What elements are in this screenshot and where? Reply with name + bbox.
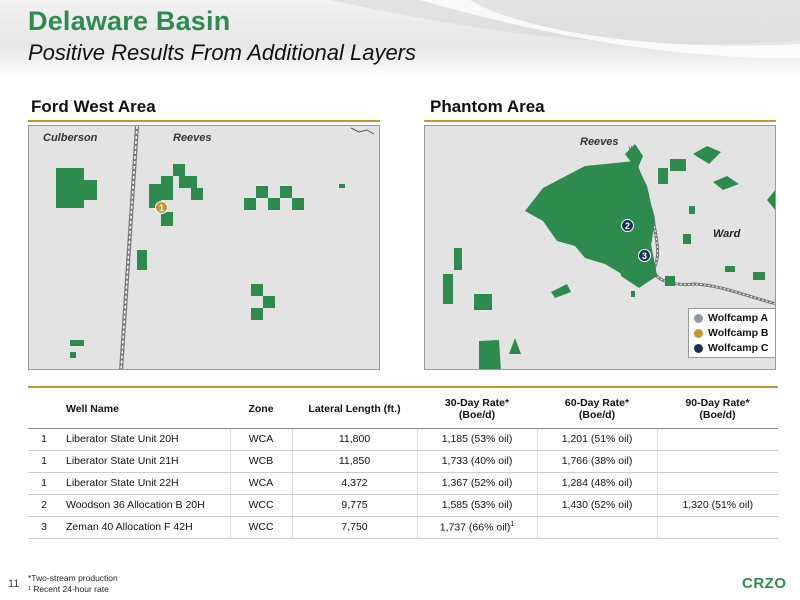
cell-well: Zeman 40 Allocation F 42H xyxy=(60,516,231,539)
cell-well: Liberator State Unit 21H xyxy=(60,450,231,473)
cell-rate30-with-note: 1,737 (66% oil)1 xyxy=(417,516,538,539)
cell-rate30: 1,367 (52% oil) xyxy=(417,472,538,495)
well-marker-2: 2 xyxy=(621,219,634,232)
cell-rate60: 1,201 (51% oil) xyxy=(537,428,658,451)
header-90-day-rate: 90-Day Rate* (Boe/d) xyxy=(657,390,778,429)
header-60-day-line2: (Boe/d) xyxy=(578,408,616,421)
cell-rate90: 1,320 (51% oil) xyxy=(657,494,778,517)
cell-zone: WCC xyxy=(230,516,293,539)
cell-num: 2 xyxy=(28,494,60,517)
table-row: 2 Woodson 36 Allocation B 20H WCC 9,775 … xyxy=(28,494,778,517)
ford-west-map: Culberson Reeves 1 xyxy=(28,125,380,370)
cell-length: 11,850 xyxy=(292,450,418,473)
table-header-row: Well Name Zone Lateral Length (ft.) 30-D… xyxy=(28,390,778,429)
cell-zone: WCB xyxy=(230,450,293,473)
legend-dot-wolfcamp-c xyxy=(694,343,703,353)
footnote-two-stream: *Two-stream production xyxy=(28,573,118,583)
ford-west-acreage xyxy=(56,126,375,369)
legend-item-wolfcamp-a: Wolfcamp A xyxy=(694,312,768,324)
page-subtitle: Positive Results From Additional Layers xyxy=(28,40,417,65)
footnote-ref: 1 xyxy=(510,520,515,528)
county-label-reeves-right: Reeves xyxy=(580,136,619,148)
header-90-day-line1: 90-Day Rate* xyxy=(685,396,750,409)
phantom-rule xyxy=(424,120,776,122)
county-label-reeves-left: Reeves xyxy=(173,132,212,144)
cell-rate30: 1,737 (66% oil) xyxy=(439,521,511,534)
cell-zone: WCA xyxy=(230,472,293,495)
cell-rate90 xyxy=(657,472,778,495)
ford-west-rule xyxy=(28,120,380,122)
cell-rate90 xyxy=(657,450,778,473)
header-30-day-line2: (Boe/d) xyxy=(458,408,496,421)
cell-rate90 xyxy=(657,428,778,451)
well-marker-1: 1 xyxy=(155,201,168,214)
cell-rate90 xyxy=(657,516,778,539)
cell-rate30: 1,185 (53% oil) xyxy=(417,428,538,451)
company-logo: CRZO xyxy=(742,575,787,592)
page-number: 11 xyxy=(8,578,20,590)
cell-well: Woodson 36 Allocation B 20H xyxy=(60,494,231,517)
table-top-rule xyxy=(28,386,778,388)
well-results-table: Well Name Zone Lateral Length (ft.) 30-D… xyxy=(28,390,778,539)
cell-rate60: 1,766 (38% oil) xyxy=(537,450,658,473)
cell-length: 7,750 xyxy=(292,516,418,539)
cell-length: 4,372 xyxy=(292,472,418,495)
cell-rate60: 1,430 (52% oil) xyxy=(537,494,658,517)
legend-label-wolfcamp-b: Wolfcamp B xyxy=(708,327,769,339)
legend-item-wolfcamp-b: Wolfcamp B xyxy=(694,327,768,339)
cell-length: 11,800 xyxy=(292,428,418,451)
legend-dot-wolfcamp-a xyxy=(694,313,703,323)
map-legend: Wolfcamp A Wolfcamp B Wolfcamp C xyxy=(688,308,775,358)
cell-num: 1 xyxy=(28,428,60,451)
cell-rate30: 1,733 (40% oil) xyxy=(417,450,538,473)
table-row: 1 Liberator State Unit 22H WCA 4,372 1,3… xyxy=(28,472,778,495)
header-well-name: Well Name xyxy=(60,390,230,429)
cell-rate30: 1,585 (53% oil) xyxy=(417,494,538,517)
well-marker-3: 3 xyxy=(638,249,651,262)
cell-well: Liberator State Unit 22H xyxy=(60,472,231,495)
header-60-day-line1: 60-Day Rate* xyxy=(564,396,630,409)
footnote-24-hour: ¹ Recent 24-hour rate xyxy=(28,584,109,594)
cell-zone: WCC xyxy=(230,494,293,517)
page-title: Delaware Basin xyxy=(28,6,231,36)
phantom-title: Phantom Area xyxy=(430,97,545,116)
cell-num: 3 xyxy=(28,516,60,539)
header-num xyxy=(28,390,60,429)
header-zone: Zone xyxy=(230,390,292,429)
header-60-day-rate: 60-Day Rate* (Boe/d) xyxy=(537,390,657,429)
county-label-culberson: Culberson xyxy=(43,132,98,144)
header-90-day-line2: (Boe/d) xyxy=(699,408,736,421)
legend-label-wolfcamp-c: Wolfcamp C xyxy=(708,342,769,354)
table-row: 3 Zeman 40 Allocation F 42H WCC 7,750 1,… xyxy=(28,516,778,539)
legend-label-wolfcamp-a: Wolfcamp A xyxy=(708,312,769,324)
legend-dot-wolfcamp-b xyxy=(694,328,703,338)
cell-num: 1 xyxy=(28,472,60,495)
cell-rate60: 1,284 (48% oil) xyxy=(537,472,658,495)
cell-length: 9,775 xyxy=(292,494,418,517)
county-label-ward: Ward xyxy=(713,228,741,240)
header-lateral-length: Lateral Length (ft.) xyxy=(292,390,417,429)
header-30-day-line1: 30-Day Rate* xyxy=(444,396,510,409)
ford-west-title: Ford West Area xyxy=(31,97,156,116)
table-row: 1 Liberator State Unit 21H WCB 11,850 1,… xyxy=(28,450,778,473)
phantom-map: Reeves Ward 2 3 Wolfcamp A Wolfcamp B Wo… xyxy=(424,125,776,370)
table-row: 1 Liberator State Unit 20H WCA 11,800 1,… xyxy=(28,428,778,451)
cell-rate60 xyxy=(537,516,658,539)
header-30-day-rate: 30-Day Rate* (Boe/d) xyxy=(417,390,537,429)
legend-item-wolfcamp-c: Wolfcamp C xyxy=(694,342,768,354)
cell-zone: WCA xyxy=(230,428,293,451)
cell-well: Liberator State Unit 20H xyxy=(60,428,231,451)
cell-num: 1 xyxy=(28,450,60,473)
